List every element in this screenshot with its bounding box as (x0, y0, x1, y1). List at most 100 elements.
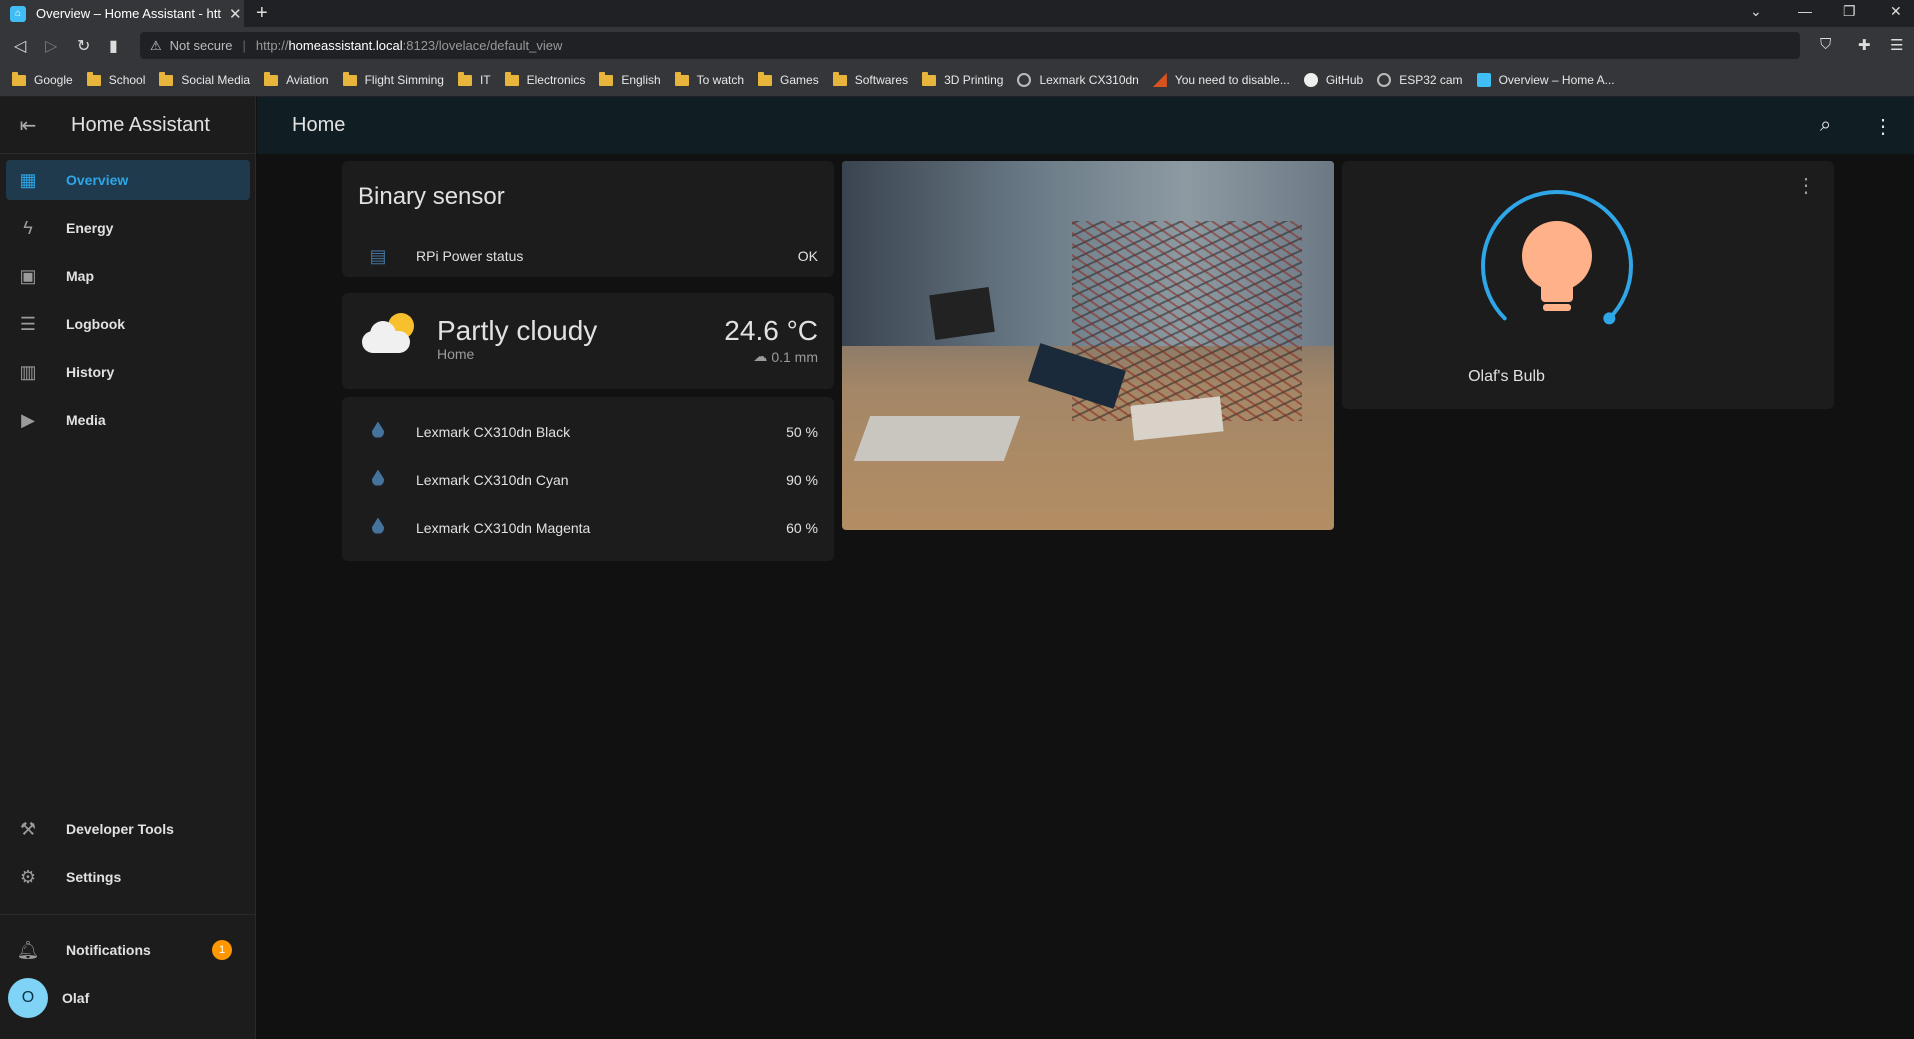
weather-card[interactable]: Partly cloudy Home 24.6 °C ☁ 0.1 mm (342, 293, 834, 389)
address-bar-row: ◁ ▷ ↻ ▮ ⚠ Not secure | http:// homeassis… (0, 27, 1914, 64)
bookmark-label: Electronics (526, 73, 586, 87)
sidebar-item-profile[interactable]: O Olaf (6, 978, 250, 1018)
bookmark-label: Social Media (181, 73, 251, 87)
github-icon (1303, 73, 1318, 87)
sidebar-item-media[interactable]: ▶ Media (6, 400, 250, 440)
sidebar-item-map[interactable]: ▣ Map (6, 256, 250, 296)
bookmark-item[interactable]: English (599, 71, 661, 87)
sidebar: ⇤ Home Assistant ▦ Overview ϟ Energy ▣ M… (0, 97, 256, 1039)
url-separator: | (242, 38, 246, 53)
sidebar-item-label: Settings (66, 869, 122, 885)
home-assistant-icon (1476, 73, 1491, 87)
search-icon[interactable]: ⌕ (1820, 114, 1831, 137)
tab-title: Overview – Home Assistant - http (36, 6, 221, 21)
sidebar-item-logbook[interactable]: ☰ Logbook (6, 304, 250, 344)
folder-icon (922, 71, 937, 86)
bookmark-item[interactable]: ESP32 cam (1377, 73, 1463, 87)
bookmark-item[interactable]: Social Media (159, 71, 251, 87)
entity-state: 50 % (786, 424, 818, 440)
chart-icon: ▥ (19, 361, 37, 382)
sidebar-item-label: History (66, 364, 115, 380)
brightness-slider[interactable] (1457, 180, 1657, 350)
folder-icon (342, 71, 357, 86)
globe-icon (1377, 73, 1392, 87)
bell-icon: 🔔︎ (16, 939, 40, 960)
forward-icon[interactable]: ▷ (45, 36, 57, 56)
folder-icon (264, 71, 279, 86)
bookmark-item[interactable]: GitHub (1303, 73, 1363, 87)
tab-close-icon[interactable]: ✕ (229, 5, 242, 23)
minimize-icon[interactable]: — (1798, 3, 1812, 19)
bookmark-item[interactable]: IT (457, 71, 491, 87)
weather-condition: Partly cloudy (437, 315, 598, 346)
bookmark-item[interactable]: Games (758, 71, 819, 87)
entity-state: 90 % (786, 472, 818, 488)
bookmark-item[interactable]: School (86, 71, 145, 87)
sidebar-item-history[interactable]: ▥ History (6, 352, 250, 392)
sidebar-item-overview[interactable]: ▦ Overview (6, 160, 250, 200)
shield-icon[interactable]: ⛉ (1820, 36, 1831, 53)
entity-state: 60 % (786, 520, 818, 536)
globe-icon (1017, 73, 1032, 87)
entity-row[interactable]: Lexmark CX310dn Cyan 90 % (362, 460, 818, 500)
entity-row[interactable]: Lexmark CX310dn Magenta 60 % (362, 508, 818, 548)
url-field[interactable]: ⚠ Not secure | http:// homeassistant.loc… (140, 32, 1800, 59)
bookmark-icon[interactable]: ▮ (109, 36, 118, 56)
sidebar-item-label: Developer Tools (66, 821, 174, 837)
bookmark-item[interactable]: Lexmark CX310dn (1017, 73, 1139, 87)
bookmark-item[interactable]: You need to disable... (1152, 73, 1290, 87)
restore-icon[interactable]: ❐ (1843, 3, 1856, 20)
close-window-icon[interactable]: ✕ (1890, 3, 1902, 20)
extensions-icon[interactable]: ✚ (1858, 36, 1871, 54)
tab-search-icon[interactable]: ⌄ (1750, 3, 1762, 20)
entity-row[interactable]: Lexmark CX310dn Black 50 % (362, 412, 818, 452)
not-secure-label[interactable]: Not secure (170, 38, 233, 53)
bookmark-label: You need to disable... (1174, 73, 1290, 87)
camera-feed-image[interactable] (842, 161, 1334, 530)
bookmark-item[interactable]: Softwares (832, 71, 909, 87)
more-vert-icon[interactable]: ⋮ (1873, 114, 1893, 139)
lightbulb-icon[interactable] (1522, 221, 1592, 311)
entity-row[interactable]: ▤ RPi Power status OK (362, 236, 818, 276)
bookmark-item[interactable]: Google (12, 71, 73, 87)
user-name: Olaf (62, 990, 90, 1006)
bookmark-item[interactable]: To watch (674, 71, 744, 87)
new-tab-button[interactable]: + (256, 2, 268, 25)
warning-icon: ⚠ (150, 37, 162, 53)
bookmark-item[interactable]: Aviation (264, 71, 329, 87)
browser-tab[interactable]: ⌂ Overview – Home Assistant - http ✕ (0, 0, 244, 27)
more-info-icon[interactable]: ⋮ (1796, 173, 1816, 198)
bookmark-label: Softwares (854, 73, 909, 87)
bookmark-label: Flight Simming (364, 73, 444, 87)
sidebar-item-label: Overview (66, 172, 129, 188)
water-drop-icon (362, 421, 394, 443)
sidebar-item-settings[interactable]: ⚙ Settings (6, 857, 250, 897)
back-icon[interactable]: ◁ (14, 36, 26, 56)
bookmark-item[interactable]: Overview – Home A... (1476, 73, 1615, 87)
dashboard: Binary sensor ▤ RPi Power status OK Part… (257, 154, 1914, 1039)
menu-collapse-icon[interactable]: ⇤ (0, 113, 56, 138)
folder-icon (758, 71, 773, 86)
reload-icon[interactable]: ↻ (77, 36, 90, 56)
sidebar-title: Home Assistant (71, 113, 210, 136)
weather-precipitation: 0.1 mm (771, 348, 818, 365)
bookmark-item[interactable]: Electronics (504, 71, 586, 87)
dashboard-icon: ▦ (19, 169, 37, 190)
arrow-icon (1152, 73, 1167, 87)
sidebar-divider (0, 914, 256, 915)
url-host: homeassistant.local (288, 38, 403, 53)
sidebar-item-developer-tools[interactable]: ⚒ Developer Tools (6, 809, 250, 849)
bookmarks-bar: Google School Social Media Aviation Flight S… (0, 64, 1914, 97)
power-status-icon: ▤ (369, 245, 387, 266)
sidebar-item-label: Logbook (66, 316, 126, 332)
bookmark-item[interactable]: 3D Printing (922, 71, 1003, 87)
browser-menu-icon[interactable]: ☰ (1890, 36, 1903, 54)
weather-temperature: 24.6 °C (724, 315, 818, 346)
avatar: O (8, 978, 48, 1018)
bookmark-label: Aviation (286, 73, 329, 87)
sidebar-item-energy[interactable]: ϟ Energy (6, 208, 250, 248)
folder-icon (86, 71, 101, 86)
bookmark-item[interactable]: Flight Simming (342, 71, 444, 87)
url-path: :8123/lovelace/default_view (402, 38, 563, 53)
map-icon: ▣ (19, 265, 37, 286)
